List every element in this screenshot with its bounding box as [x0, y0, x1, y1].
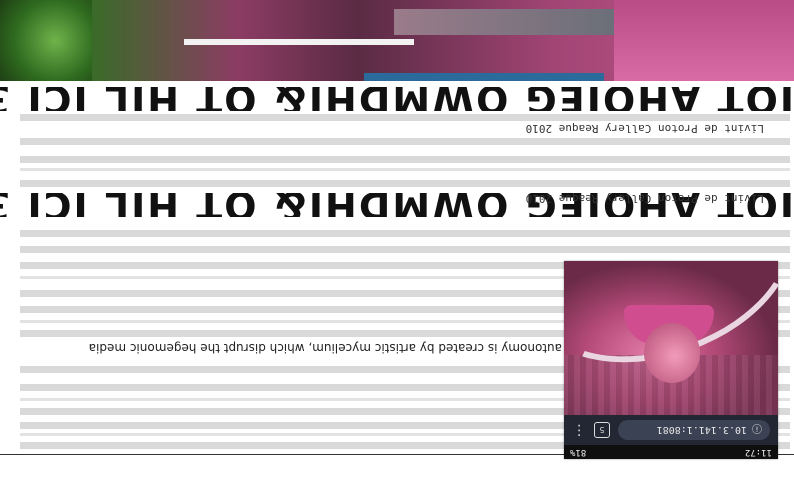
flipped-screenshot: autonomy is created by artistic mycelium…: [0, 0, 794, 483]
phone-status-bar: 11:72 81%: [564, 445, 778, 459]
browser-toolbar: ⓘ 10.3.141.1:8081 5 ⋮: [564, 415, 778, 445]
headline-garbled: JOT AHOJEG OWMDHJ& OT HJL ICJ 30CJ: [0, 87, 794, 111]
photo-tile: [0, 0, 92, 81]
stripe: [20, 246, 790, 253]
photo-tile: [364, 73, 604, 81]
photo-tile: [394, 9, 614, 35]
status-time: 11:72: [744, 447, 772, 457]
camera-face: [644, 323, 700, 383]
credit-line: Livint de Proton Callery Reaque 2010: [525, 192, 764, 205]
tabs-button[interactable]: 5: [594, 422, 610, 438]
stripe: [20, 138, 790, 145]
camera-view: [564, 261, 778, 415]
credit-line: Livint de Proton Callery Reaque 2010: [525, 122, 764, 135]
stripe: [20, 230, 790, 237]
stripe: [20, 180, 790, 187]
info-icon[interactable]: ⓘ: [752, 423, 762, 438]
photo-tile: [614, 0, 794, 81]
url-text: 10.3.141.1:8081: [656, 424, 747, 436]
status-battery: 81%: [570, 447, 587, 457]
stripe: [20, 156, 790, 163]
stripe: [20, 114, 790, 121]
photo-collage: [0, 0, 794, 81]
photo-tile: [184, 39, 414, 45]
stripe: [20, 168, 790, 171]
phone-browser-overlay: 11:72 81% ⓘ 10.3.141.1:8081 5 ⋮: [564, 261, 778, 459]
body-line: autonomy is created by artistic mycelium…: [88, 341, 562, 355]
address-bar[interactable]: ⓘ 10.3.141.1:8081: [618, 420, 770, 440]
tab-count: 5: [599, 425, 605, 435]
menu-icon[interactable]: ⋮: [572, 422, 586, 438]
